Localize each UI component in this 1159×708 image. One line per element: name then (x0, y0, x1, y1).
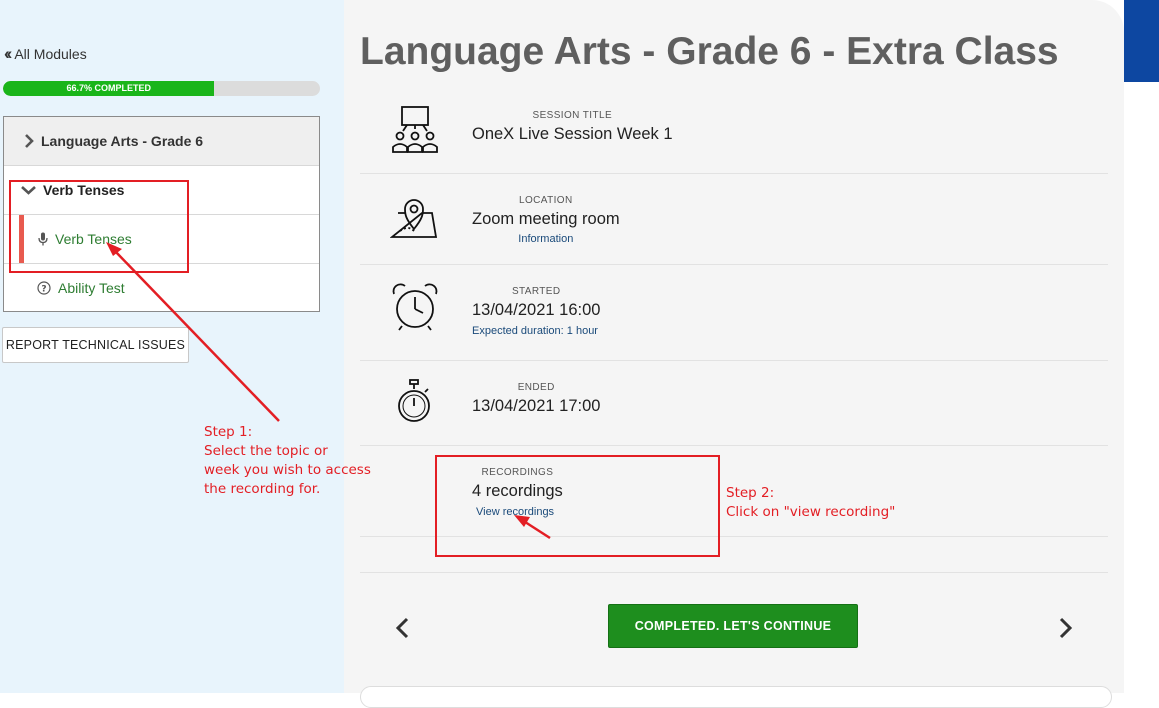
progress-label: 66.7% COMPLETED (66, 83, 151, 93)
alarm-clock-icon (390, 282, 440, 337)
previous-button[interactable] (390, 612, 416, 644)
started-value: 13/04/2021 16:00 (472, 301, 601, 319)
annotation-step2-text: Step 2: Click on "view recording" (726, 484, 895, 522)
brand-strip (1124, 0, 1159, 82)
annotation-box-step2 (435, 455, 720, 557)
chevron-right-icon (24, 134, 34, 148)
annotation-step1-line: Select the topic or (204, 443, 328, 459)
progress-bar: 66.7% COMPLETED (3, 81, 320, 96)
bottom-panel-edge (360, 686, 1112, 708)
double-chevron-left-icon: ‹‹ (4, 44, 13, 63)
started-row: STARTED 13/04/2021 16:00 Expected durati… (360, 264, 1108, 361)
location-value: Zoom meeting room (472, 210, 620, 228)
sidebar: ‹‹ All Modules 66.7% COMPLETED Language … (0, 0, 344, 693)
session-title-value: OneX Live Session Week 1 (472, 125, 673, 143)
ended-value: 13/04/2021 17:00 (472, 397, 601, 415)
ended-block: ENDED 13/04/2021 17:00 (472, 382, 600, 416)
map-pin-icon (389, 191, 438, 244)
annotation-step2-line: Step 2: (726, 485, 775, 501)
location-info-link[interactable]: Information (472, 233, 620, 245)
question-circle-icon: ? (37, 280, 51, 295)
location-row: LOCATION Zoom meeting room Information (360, 173, 1108, 265)
all-modules-label: All Modules (14, 46, 87, 62)
annotation-step1-text: Step 1: Select the topic or week you wis… (204, 423, 371, 499)
chevron-left-icon (395, 617, 409, 639)
annotation-step1-line: Step 1: (204, 424, 253, 440)
presentation-audience-icon (390, 105, 440, 160)
session-title-block: SESSION TITLE OneX Live Session Week 1 (472, 110, 673, 144)
expected-duration: Expected duration: 1 hour (472, 325, 598, 337)
location-block: LOCATION Zoom meeting room Information (472, 195, 620, 245)
page-title: Language Arts - Grade 6 - Extra Class (360, 30, 1059, 73)
svg-text:?: ? (41, 284, 46, 294)
annotation-box-step1 (9, 180, 189, 273)
ended-label: ENDED (517, 382, 555, 393)
session-title-label: SESSION TITLE (532, 110, 613, 121)
all-modules-link[interactable]: ‹‹ All Modules (4, 44, 87, 64)
annotation-step1-line: week you wish to access (204, 462, 371, 478)
started-block: STARTED 13/04/2021 16:00 Expected durati… (472, 286, 600, 337)
tree-item-module-label: Language Arts - Grade 6 (41, 133, 204, 149)
completed-continue-button[interactable]: COMPLETED. LET'S CONTINUE (608, 604, 858, 648)
report-technical-issues-button[interactable]: REPORT TECHNICAL ISSUES (2, 327, 189, 363)
location-label: LOCATION (519, 195, 573, 206)
ended-row: ENDED 13/04/2021 17:00 (360, 360, 1108, 446)
tree-item-ability-test-label: Ability Test (58, 279, 125, 296)
session-title-row: SESSION TITLE OneX Live Session Week 1 (360, 96, 1108, 174)
tree-item-module[interactable]: Language Arts - Grade 6 (4, 117, 319, 166)
next-button[interactable] (1052, 612, 1078, 644)
started-label: STARTED (511, 286, 561, 297)
stopwatch-icon (390, 378, 438, 431)
annotation-step1-line: the recording for. (204, 481, 321, 497)
annotation-step2-line: Click on "view recording" (726, 504, 896, 520)
chevron-right-icon (1059, 617, 1073, 639)
